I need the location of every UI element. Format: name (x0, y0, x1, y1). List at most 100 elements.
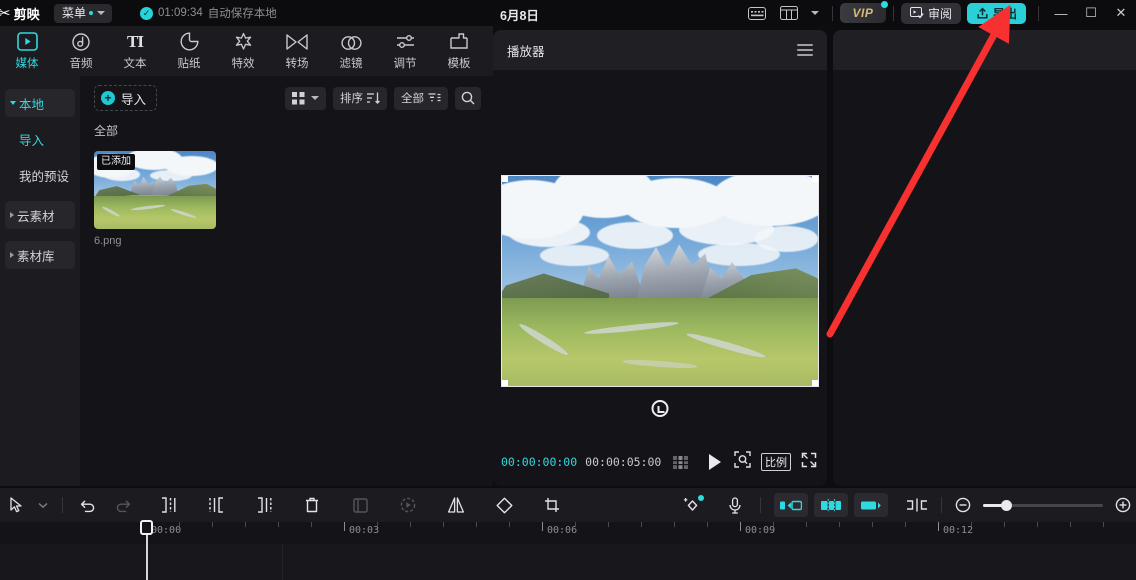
select-tool-button[interactable] (4, 492, 30, 518)
tab-template[interactable]: 模板 (432, 27, 486, 75)
sidebar-item-local[interactable]: 本地 (5, 89, 75, 117)
microphone-icon (729, 496, 741, 514)
media-thumbnail[interactable]: 已添加 (94, 151, 216, 229)
filter-funnel-icon (428, 92, 441, 101)
undo-icon (80, 500, 94, 512)
resize-handle-tl[interactable] (502, 176, 508, 182)
auto-effects-badge (698, 495, 704, 501)
resize-handle-br[interactable] (812, 380, 818, 386)
tool-tabs: 媒体 音频 TI 文本 贴纸 特效 转场 滤镜 调节 模板 (0, 26, 493, 76)
divider (760, 497, 761, 513)
scissors-icon: ✂ (0, 5, 11, 22)
player-header: 播放器 (493, 30, 827, 70)
maximize-button[interactable]: ☐ (1076, 0, 1106, 26)
import-button[interactable]: + 导入 (94, 85, 158, 111)
sidebar-item-my-presets-label: 我的预设 (19, 169, 70, 184)
vip-button[interactable]: VIP (839, 1, 888, 23)
ruler-label: 00:00 (151, 525, 182, 536)
minimize-button[interactable]: — (1046, 0, 1076, 26)
timeline-ruler[interactable]: 00:00 00:03 00:06 00:09 00:12 (0, 522, 1136, 544)
sidebar-item-cloud-assets-label: 云素材 (17, 209, 55, 224)
clip-end-button[interactable] (854, 493, 888, 517)
sidebar-item-cloud-assets[interactable]: 云素材 (5, 201, 75, 229)
select-tool-dropdown[interactable] (30, 492, 56, 518)
ratio-button[interactable]: 比例 (761, 453, 791, 471)
grid-view-icon (292, 91, 305, 104)
reset-rotate-icon[interactable] (651, 400, 669, 417)
resize-handle-bl[interactable] (502, 380, 508, 386)
tab-adjust[interactable]: 调节 (378, 27, 432, 75)
sticker-icon (180, 32, 199, 52)
media-item[interactable]: 已添加 6.png (94, 151, 216, 247)
review-button[interactable]: 审阅 (900, 2, 961, 24)
freeze-frame-button[interactable] (395, 492, 421, 518)
redo-icon (116, 500, 130, 512)
frames-icon[interactable] (673, 455, 691, 469)
player-stage (493, 70, 827, 438)
keyboard-shortcuts-button[interactable] (744, 3, 770, 23)
clip-end-icon (861, 501, 881, 509)
close-button[interactable]: ✕ (1106, 0, 1136, 26)
sidebar-item-import[interactable]: 导入 (5, 125, 75, 153)
tab-filter-label: 滤镜 (339, 57, 363, 70)
redo-button[interactable] (109, 492, 135, 518)
playhead-handle[interactable] (140, 520, 153, 535)
clip-start-icon (780, 500, 802, 510)
tab-text[interactable]: TI 文本 (108, 27, 162, 75)
current-time[interactable]: 00:00:00:00 (501, 455, 577, 469)
menu-button[interactable]: 菜单 (54, 3, 113, 23)
trim-left-button[interactable] (203, 492, 229, 518)
fullscreen-icon[interactable] (801, 452, 817, 473)
resize-handle-tr[interactable] (812, 176, 818, 182)
sidebar-item-my-presets[interactable]: 我的预设 (5, 161, 75, 189)
trim-right-button[interactable] (251, 492, 277, 518)
split-button[interactable] (155, 492, 181, 518)
layout-switch-button[interactable] (776, 3, 802, 23)
tab-audio[interactable]: 音频 (54, 27, 108, 75)
title-bar-actions: VIP 审阅 导出 — ☐ ✕ (741, 0, 1136, 26)
rotate-button[interactable] (491, 492, 517, 518)
zoom-in-button[interactable] (1110, 492, 1136, 518)
export-button[interactable]: 导出 (966, 2, 1026, 24)
timeline-zoom-slider[interactable] (983, 499, 1103, 511)
tab-adjust-label: 调节 (393, 57, 417, 70)
clip-mid-button[interactable] (814, 493, 848, 517)
freeze-icon (400, 497, 416, 513)
filter-label: 全部 (401, 93, 424, 105)
grid-view-button[interactable] (285, 86, 326, 110)
chevron-right-icon (10, 252, 14, 258)
autosave-status: ✓ 01:09:34 自动保存本地 (140, 5, 277, 21)
auto-effects-button[interactable] (676, 492, 708, 518)
vip-label: VIP (852, 6, 874, 20)
tab-filter[interactable]: 滤镜 (324, 27, 378, 75)
layout-dropdown[interactable] (808, 3, 822, 23)
mirror-button[interactable] (443, 492, 469, 518)
crop-icon (545, 498, 559, 512)
tab-sticker[interactable]: 贴纸 (162, 27, 216, 75)
clip-start-button[interactable] (774, 493, 808, 517)
document-title[interactable]: 6月8日 (500, 5, 539, 24)
filter-button[interactable]: 全部 (394, 86, 448, 110)
export-icon (977, 7, 988, 19)
clip-gap-button[interactable] (901, 492, 933, 518)
crop-frame-button[interactable] (347, 492, 373, 518)
focus-icon[interactable] (734, 451, 751, 473)
search-button[interactable] (455, 86, 481, 110)
tab-media[interactable]: 媒体 (0, 27, 54, 75)
preview-frame[interactable] (501, 175, 819, 387)
tab-transition[interactable]: 转场 (270, 27, 324, 75)
trim-left-icon (208, 497, 223, 513)
zoom-slider-knob[interactable] (1001, 499, 1012, 511)
sidebar-item-asset-library[interactable]: 素材库 (5, 241, 75, 269)
tab-effects[interactable]: 特效 (216, 27, 270, 75)
timeline-tracks[interactable] (0, 544, 1136, 580)
undo-button[interactable] (75, 492, 101, 518)
play-button[interactable] (709, 454, 722, 470)
zoom-out-button[interactable] (950, 492, 976, 518)
hamburger-icon[interactable] (797, 44, 813, 56)
capcut-editor-window: ✂ 剪映 菜单 ✓ 01:09:34 自动保存本地 6月8日 VIP 审阅 导出… (0, 0, 1136, 580)
delete-button[interactable] (299, 492, 325, 518)
sort-button[interactable]: 排序 (333, 86, 387, 110)
record-voiceover-button[interactable] (720, 492, 750, 518)
crop-button[interactable] (539, 492, 565, 518)
